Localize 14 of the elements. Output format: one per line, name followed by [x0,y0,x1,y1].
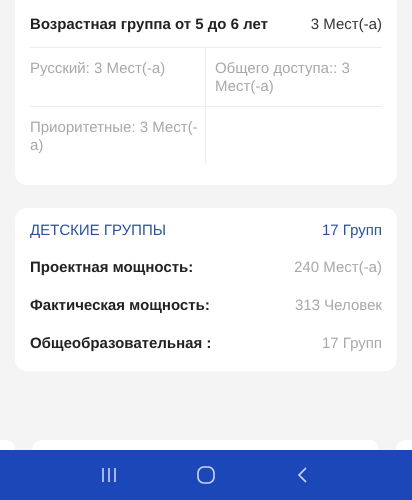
row-label: Проектная мощность: [30,259,194,277]
seats-text: Общего доступа:: 3 Мест(-а) [215,60,351,96]
group-count: 17 Групп [322,222,382,239]
age-group-value: 3 Мест(-а) [310,16,382,33]
row-label: Фактическая мощность: [30,297,211,315]
row-value: 240 Мест(-а) [294,259,382,277]
seats-text: Приоритетные: 3 Мест(-а) [30,119,199,155]
seats-text: Русский: 3 Мест(-а) [30,60,166,78]
age-group-title: Возрастная группа от 5 до 6 лет [30,16,268,33]
section-title: ДЕТСКИЕ ГРУППЫ [30,222,166,239]
home-icon[interactable] [196,465,216,485]
row-label: Общеобразовательная : [30,335,212,353]
row-value: 313 Человек [294,297,382,315]
row-value: 17 Групп [322,335,382,353]
